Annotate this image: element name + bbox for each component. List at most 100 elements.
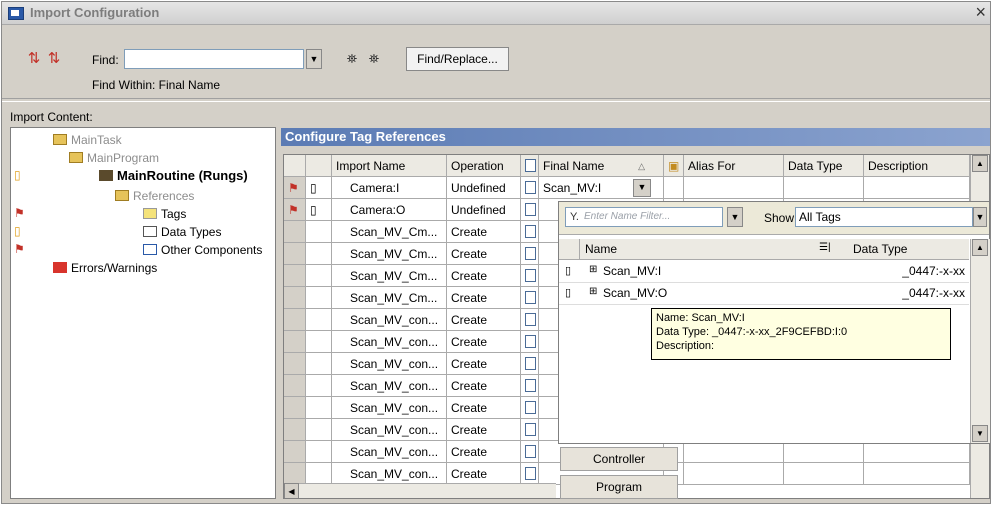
- row-header[interactable]: [284, 287, 306, 309]
- name-filter-input[interactable]: Y. Enter Name Filter...: [565, 207, 723, 227]
- row-header[interactable]: [284, 397, 306, 419]
- doc-cell: [521, 265, 539, 287]
- find-previous-binoculars-icon[interactable]: ⛯: [342, 49, 362, 69]
- alias-for-cell[interactable]: [684, 463, 784, 485]
- program-scope-button[interactable]: Program: [560, 475, 678, 499]
- doc-cell: [521, 243, 539, 265]
- col-description[interactable]: Description: [864, 155, 970, 177]
- show-dropdown-button[interactable]: ▼: [973, 207, 987, 227]
- row-header[interactable]: [284, 353, 306, 375]
- data-type-cell: [784, 441, 864, 463]
- expand-icon[interactable]: ⊞: [589, 264, 597, 275]
- folder-icon: [115, 190, 129, 201]
- final-name-dropdown-button[interactable]: ▼: [633, 179, 651, 197]
- tree-node-errors-warnings[interactable]: Errors/Warnings: [53, 260, 157, 276]
- operation-cell[interactable]: Undefined: [447, 199, 521, 221]
- tags-icon: [143, 208, 157, 219]
- find-input[interactable]: [124, 49, 304, 69]
- description-cell[interactable]: [864, 441, 970, 463]
- tree-node-mainroutine[interactable]: MainRoutine (Rungs): [99, 168, 248, 184]
- close-button[interactable]: ×: [975, 3, 986, 21]
- tag-list-header: Name ☰| Data Type: [559, 239, 969, 260]
- operation-cell[interactable]: Create: [447, 243, 521, 265]
- show-select[interactable]: All Tags: [795, 207, 973, 227]
- tag-row[interactable]: ▯ ⊞ Scan_MV:O _0447:-x-xx: [559, 282, 969, 305]
- header-corner: [284, 155, 306, 177]
- filter-dropdown-button[interactable]: ▼: [727, 207, 743, 227]
- col-name[interactable]: Name: [585, 242, 617, 256]
- row-header[interactable]: [284, 265, 306, 287]
- tree-node-data-types[interactable]: Data Types: [143, 224, 221, 240]
- find-label: Find:: [92, 53, 119, 67]
- row-header[interactable]: [284, 309, 306, 331]
- document-icon: [525, 379, 536, 392]
- row-header[interactable]: [284, 419, 306, 441]
- tag-tooltip: Name: Scan_MV:I Data Type: _0447:-x-xx_2…: [651, 308, 951, 360]
- description-cell[interactable]: [864, 177, 970, 199]
- find-dropdown-button[interactable]: ▼: [306, 49, 322, 69]
- operation-cell[interactable]: Create: [447, 309, 521, 331]
- row-status: [306, 397, 332, 419]
- tree-node-mainprogram[interactable]: MainProgram: [69, 150, 159, 166]
- next-error-button[interactable]: ⇅: [46, 50, 62, 68]
- operation-cell[interactable]: Create: [447, 265, 521, 287]
- flag-icon: ⚑: [288, 181, 299, 195]
- document-icon: [525, 335, 536, 348]
- col-alias-for[interactable]: Alias For: [684, 155, 784, 177]
- grid-horizontal-scrollbar[interactable]: ◀: [284, 483, 556, 498]
- operation-cell[interactable]: Undefined: [447, 177, 521, 199]
- column-chooser-icon[interactable]: ☰|: [819, 242, 831, 253]
- operation-cell[interactable]: Create: [447, 287, 521, 309]
- scroll-up-button[interactable]: ▲: [972, 155, 988, 172]
- window-title: Import Configuration: [30, 5, 160, 20]
- doc-cell: [521, 287, 539, 309]
- operation-cell[interactable]: Create: [447, 419, 521, 441]
- operation-cell[interactable]: Create: [447, 397, 521, 419]
- row-status: [306, 221, 332, 243]
- doc-cell: [521, 177, 539, 199]
- row-header[interactable]: ⚑: [284, 199, 306, 221]
- operation-cell[interactable]: Create: [447, 463, 521, 485]
- document-icon: [525, 181, 536, 194]
- row-header[interactable]: [284, 243, 306, 265]
- col-import-name[interactable]: Import Name: [332, 155, 447, 177]
- operation-cell[interactable]: Create: [447, 331, 521, 353]
- col-tag-data-type[interactable]: Data Type: [853, 242, 907, 256]
- row-header[interactable]: ⚑: [284, 177, 306, 199]
- previous-error-button[interactable]: ⇅: [26, 50, 42, 68]
- row-header[interactable]: [284, 221, 306, 243]
- tree-node-tags[interactable]: Tags: [143, 206, 186, 222]
- operation-cell[interactable]: Create: [447, 441, 521, 463]
- tree-node-references[interactable]: References: [115, 188, 194, 204]
- scroll-left-button[interactable]: ◀: [284, 483, 299, 498]
- tree-node-maintask[interactable]: MainTask: [53, 132, 122, 148]
- import-name-cell: Scan_MV_con...: [332, 375, 447, 397]
- operation-cell[interactable]: Create: [447, 353, 521, 375]
- row-header[interactable]: [284, 441, 306, 463]
- final-name-cell[interactable]: Scan_MV:I ▼: [539, 177, 664, 199]
- scroll-down-button[interactable]: ▼: [972, 425, 988, 442]
- col-final-name[interactable]: Final Name △: [539, 155, 664, 177]
- find-within-label: Find Within: Final Name: [92, 78, 221, 92]
- row-header[interactable]: [284, 463, 306, 485]
- col-operation[interactable]: Operation: [447, 155, 521, 177]
- operation-cell[interactable]: Create: [447, 375, 521, 397]
- browse-icon: ▣: [668, 159, 680, 173]
- operation-cell[interactable]: Create: [447, 221, 521, 243]
- expand-icon[interactable]: ⊞: [589, 286, 597, 297]
- find-next-binoculars-icon[interactable]: ⛯: [364, 49, 384, 69]
- tree-node-other-components[interactable]: Other Components: [143, 242, 262, 258]
- tag-row[interactable]: ▯ ⊞ Scan_MV:I _0447:-x-xx: [559, 260, 969, 283]
- alias-for-cell[interactable]: [684, 441, 784, 463]
- description-cell[interactable]: [864, 463, 970, 485]
- tag-list-scrollbar[interactable]: ▲ ▼: [970, 239, 990, 443]
- row-header[interactable]: [284, 375, 306, 397]
- controller-scope-button[interactable]: Controller: [560, 447, 678, 471]
- row-header[interactable]: [284, 331, 306, 353]
- col-data-type[interactable]: Data Type: [784, 155, 864, 177]
- alias-for-cell[interactable]: [684, 177, 784, 199]
- scroll-up-button[interactable]: ▲: [972, 239, 988, 256]
- import-configuration-window: Import Configuration × ⇅ ⇅ Find: ▼ ⛯ ⛯ F…: [1, 1, 991, 504]
- find-replace-button[interactable]: Find/Replace...: [406, 47, 509, 71]
- import-marker-icon: ▯: [14, 168, 21, 182]
